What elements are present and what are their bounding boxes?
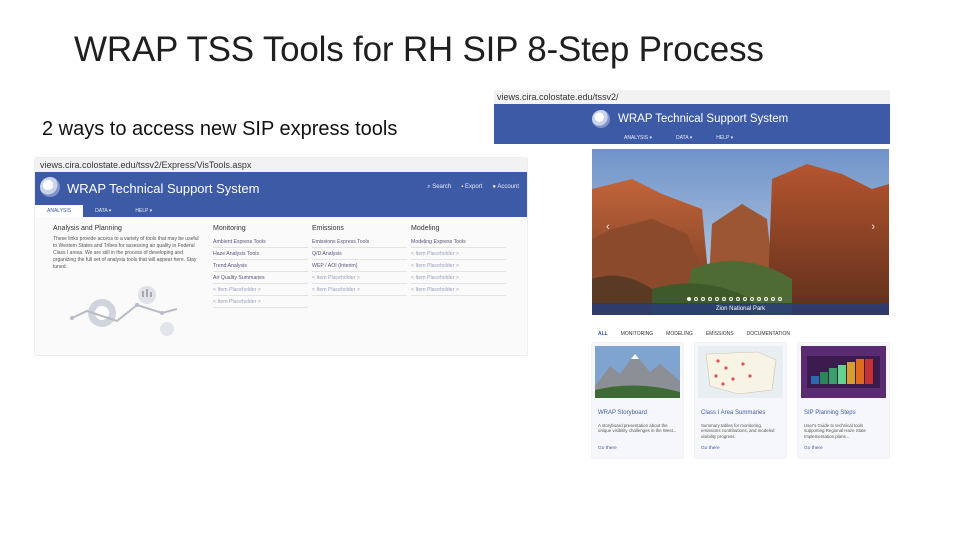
carousel-dot[interactable] [743, 297, 747, 301]
search-link[interactable]: ⌕ Search [427, 184, 451, 191]
carousel-dot[interactable] [757, 297, 761, 301]
card-description: User's Guide to technical tools supporti… [804, 423, 866, 439]
monitoring-link[interactable]: < Item Placeholder > [213, 296, 308, 308]
carousel-dot[interactable] [715, 297, 719, 301]
main-nav: ANALYSIS DATA ▾ HELP ▾ [35, 205, 164, 217]
tab-all[interactable]: ALL [598, 331, 608, 337]
card-link[interactable]: Go there [701, 446, 720, 451]
slide-title: WRAP TSS Tools for RH SIP 8-Step Process [74, 30, 764, 69]
emissions-link[interactable]: < Item Placeholder > [312, 272, 407, 284]
nav-analysis[interactable]: ANALYSIS ▾ [612, 132, 664, 144]
modeling-column: Modeling Modeling Express Tools < Item P… [411, 225, 506, 296]
globe-logo-icon[interactable] [40, 177, 60, 197]
carousel-dot[interactable] [736, 297, 740, 301]
main-nav-right: ANALYSIS ▾ DATA ▾ HELP ▾ [612, 132, 745, 144]
card-class-i-summaries[interactable]: Class I Area Summaries Summary tables fo… [695, 343, 786, 458]
carousel-dot[interactable] [764, 297, 768, 301]
hero-carousel[interactable]: ‹ › Zion National Park [592, 149, 889, 315]
search-link-label: Search [432, 184, 452, 190]
account-link-label: Account [497, 184, 519, 190]
class-i-map-thumbnail[interactable] [698, 346, 783, 398]
carousel-dot[interactable] [708, 297, 712, 301]
site-header-right: WRAP Technical Support System ANALYSIS ▾… [494, 104, 890, 144]
carousel-dot[interactable] [778, 297, 782, 301]
intro-text: These links provide access to a variety … [53, 236, 199, 270]
modeling-link[interactable]: Modeling Express Tools [411, 236, 506, 248]
address-bar[interactable]: views.cira.colostate.edu/tssv2/Express/V… [35, 158, 527, 172]
account-link[interactable]: ● Account [492, 184, 519, 191]
nav-help[interactable]: HELP ▾ [704, 132, 745, 144]
tab-modeling[interactable]: MODELING [666, 331, 693, 337]
emissions-link[interactable]: < Item Placeholder > [312, 284, 407, 296]
card-title[interactable]: WRAP Storyboard [598, 410, 647, 416]
monitoring-link[interactable]: Trend Analysis [213, 260, 308, 272]
monitoring-link[interactable]: Air Quality Summaries [213, 272, 308, 284]
site-header: WRAP Technical Support System ⌕ Search ▪… [35, 172, 527, 217]
storyboard-thumbnail[interactable] [595, 346, 680, 398]
carousel-dot[interactable] [750, 297, 754, 301]
slide-subtitle: 2 ways to access new SIP express tools [42, 118, 398, 140]
site-name[interactable]: WRAP Technical Support System [67, 181, 259, 196]
header-links: ⌕ Search ▪ Export ● Account [427, 184, 519, 191]
nav-data[interactable]: DATA ▾ [664, 132, 704, 144]
carousel-prev-icon[interactable]: ‹ [606, 221, 610, 233]
globe-logo-icon[interactable] [592, 110, 610, 128]
modeling-heading: Modeling [411, 225, 440, 232]
emissions-heading: Emissions [312, 225, 344, 232]
zion-canyon-image [592, 149, 889, 315]
monitoring-link[interactable]: Haze Analysis Tools [213, 248, 308, 260]
site-name-right[interactable]: WRAP Technical Support System [618, 113, 788, 125]
carousel-dot[interactable] [729, 297, 733, 301]
export-link[interactable]: ▪ Export [461, 184, 482, 191]
monitoring-link[interactable]: Ambient Express Tools [213, 236, 308, 248]
left-screenshot: views.cira.colostate.edu/tssv2/Express/V… [35, 158, 527, 355]
card-link[interactable]: Go there [804, 446, 823, 451]
tab-emissions[interactable]: EMISSIONS [706, 331, 734, 337]
modeling-link[interactable]: < Item Placeholder > [411, 248, 506, 260]
intro-heading: Analysis and Planning [53, 225, 122, 232]
card-title[interactable]: Class I Area Summaries [701, 410, 765, 416]
intro-section: Analysis and Planning These links provid… [53, 225, 203, 271]
tab-monitoring[interactable]: MONITORING [621, 331, 653, 337]
nav-analysis[interactable]: ANALYSIS [35, 205, 84, 217]
address-bar-right[interactable]: views.cira.colostate.edu/tssv2/ [494, 90, 890, 104]
card-sip-planning-steps[interactable]: SIP Planning Steps User's Guide to techn… [798, 343, 889, 458]
analysis-gears-illustration [70, 286, 178, 336]
card-description: A storyboard presentation about the uniq… [598, 423, 677, 434]
card-wrap-storyboard[interactable]: WRAP Storyboard A storyboard presentatio… [592, 343, 683, 458]
carousel-next-icon[interactable]: › [871, 221, 875, 233]
carousel-dot[interactable] [722, 297, 726, 301]
emissions-link[interactable]: Emissions Express Tools [312, 236, 407, 248]
nav-help[interactable]: HELP ▾ [123, 205, 164, 217]
carousel-dot[interactable] [687, 297, 691, 301]
modeling-link[interactable]: < Item Placeholder > [411, 260, 506, 272]
modeling-link[interactable]: < Item Placeholder > [411, 272, 506, 284]
carousel-dots [687, 297, 782, 301]
modeling-link[interactable]: < Item Placeholder > [411, 284, 506, 296]
emissions-column: Emissions Emissions Express Tools Q/D An… [312, 225, 407, 296]
sip-steps-thumbnail[interactable] [801, 346, 886, 398]
nav-data[interactable]: DATA ▾ [83, 205, 123, 217]
tool-cards: WRAP Storyboard A storyboard presentatio… [592, 343, 889, 458]
category-tabs: ALL MONITORING MODELING EMISSIONS DOCUME… [592, 331, 889, 337]
hero-caption: Zion National Park [592, 303, 889, 315]
emissions-link[interactable]: Q/D Analysis [312, 248, 407, 260]
card-title[interactable]: SIP Planning Steps [804, 410, 856, 416]
carousel-dot[interactable] [771, 297, 775, 301]
card-description: Summary tables for monitoring, emissions… [701, 423, 775, 439]
carousel-dot[interactable] [694, 297, 698, 301]
tab-documentation[interactable]: DOCUMENTATION [747, 331, 790, 337]
monitoring-heading: Monitoring [213, 225, 246, 232]
monitoring-column: Monitoring Ambient Express Tools Haze An… [213, 225, 308, 308]
carousel-dot[interactable] [701, 297, 705, 301]
card-link[interactable]: Go there [598, 446, 617, 451]
monitoring-link[interactable]: < Item Placeholder > [213, 284, 308, 296]
emissions-link[interactable]: WEP / AOI (Interim) [312, 260, 407, 272]
export-link-label: Export [465, 184, 483, 190]
